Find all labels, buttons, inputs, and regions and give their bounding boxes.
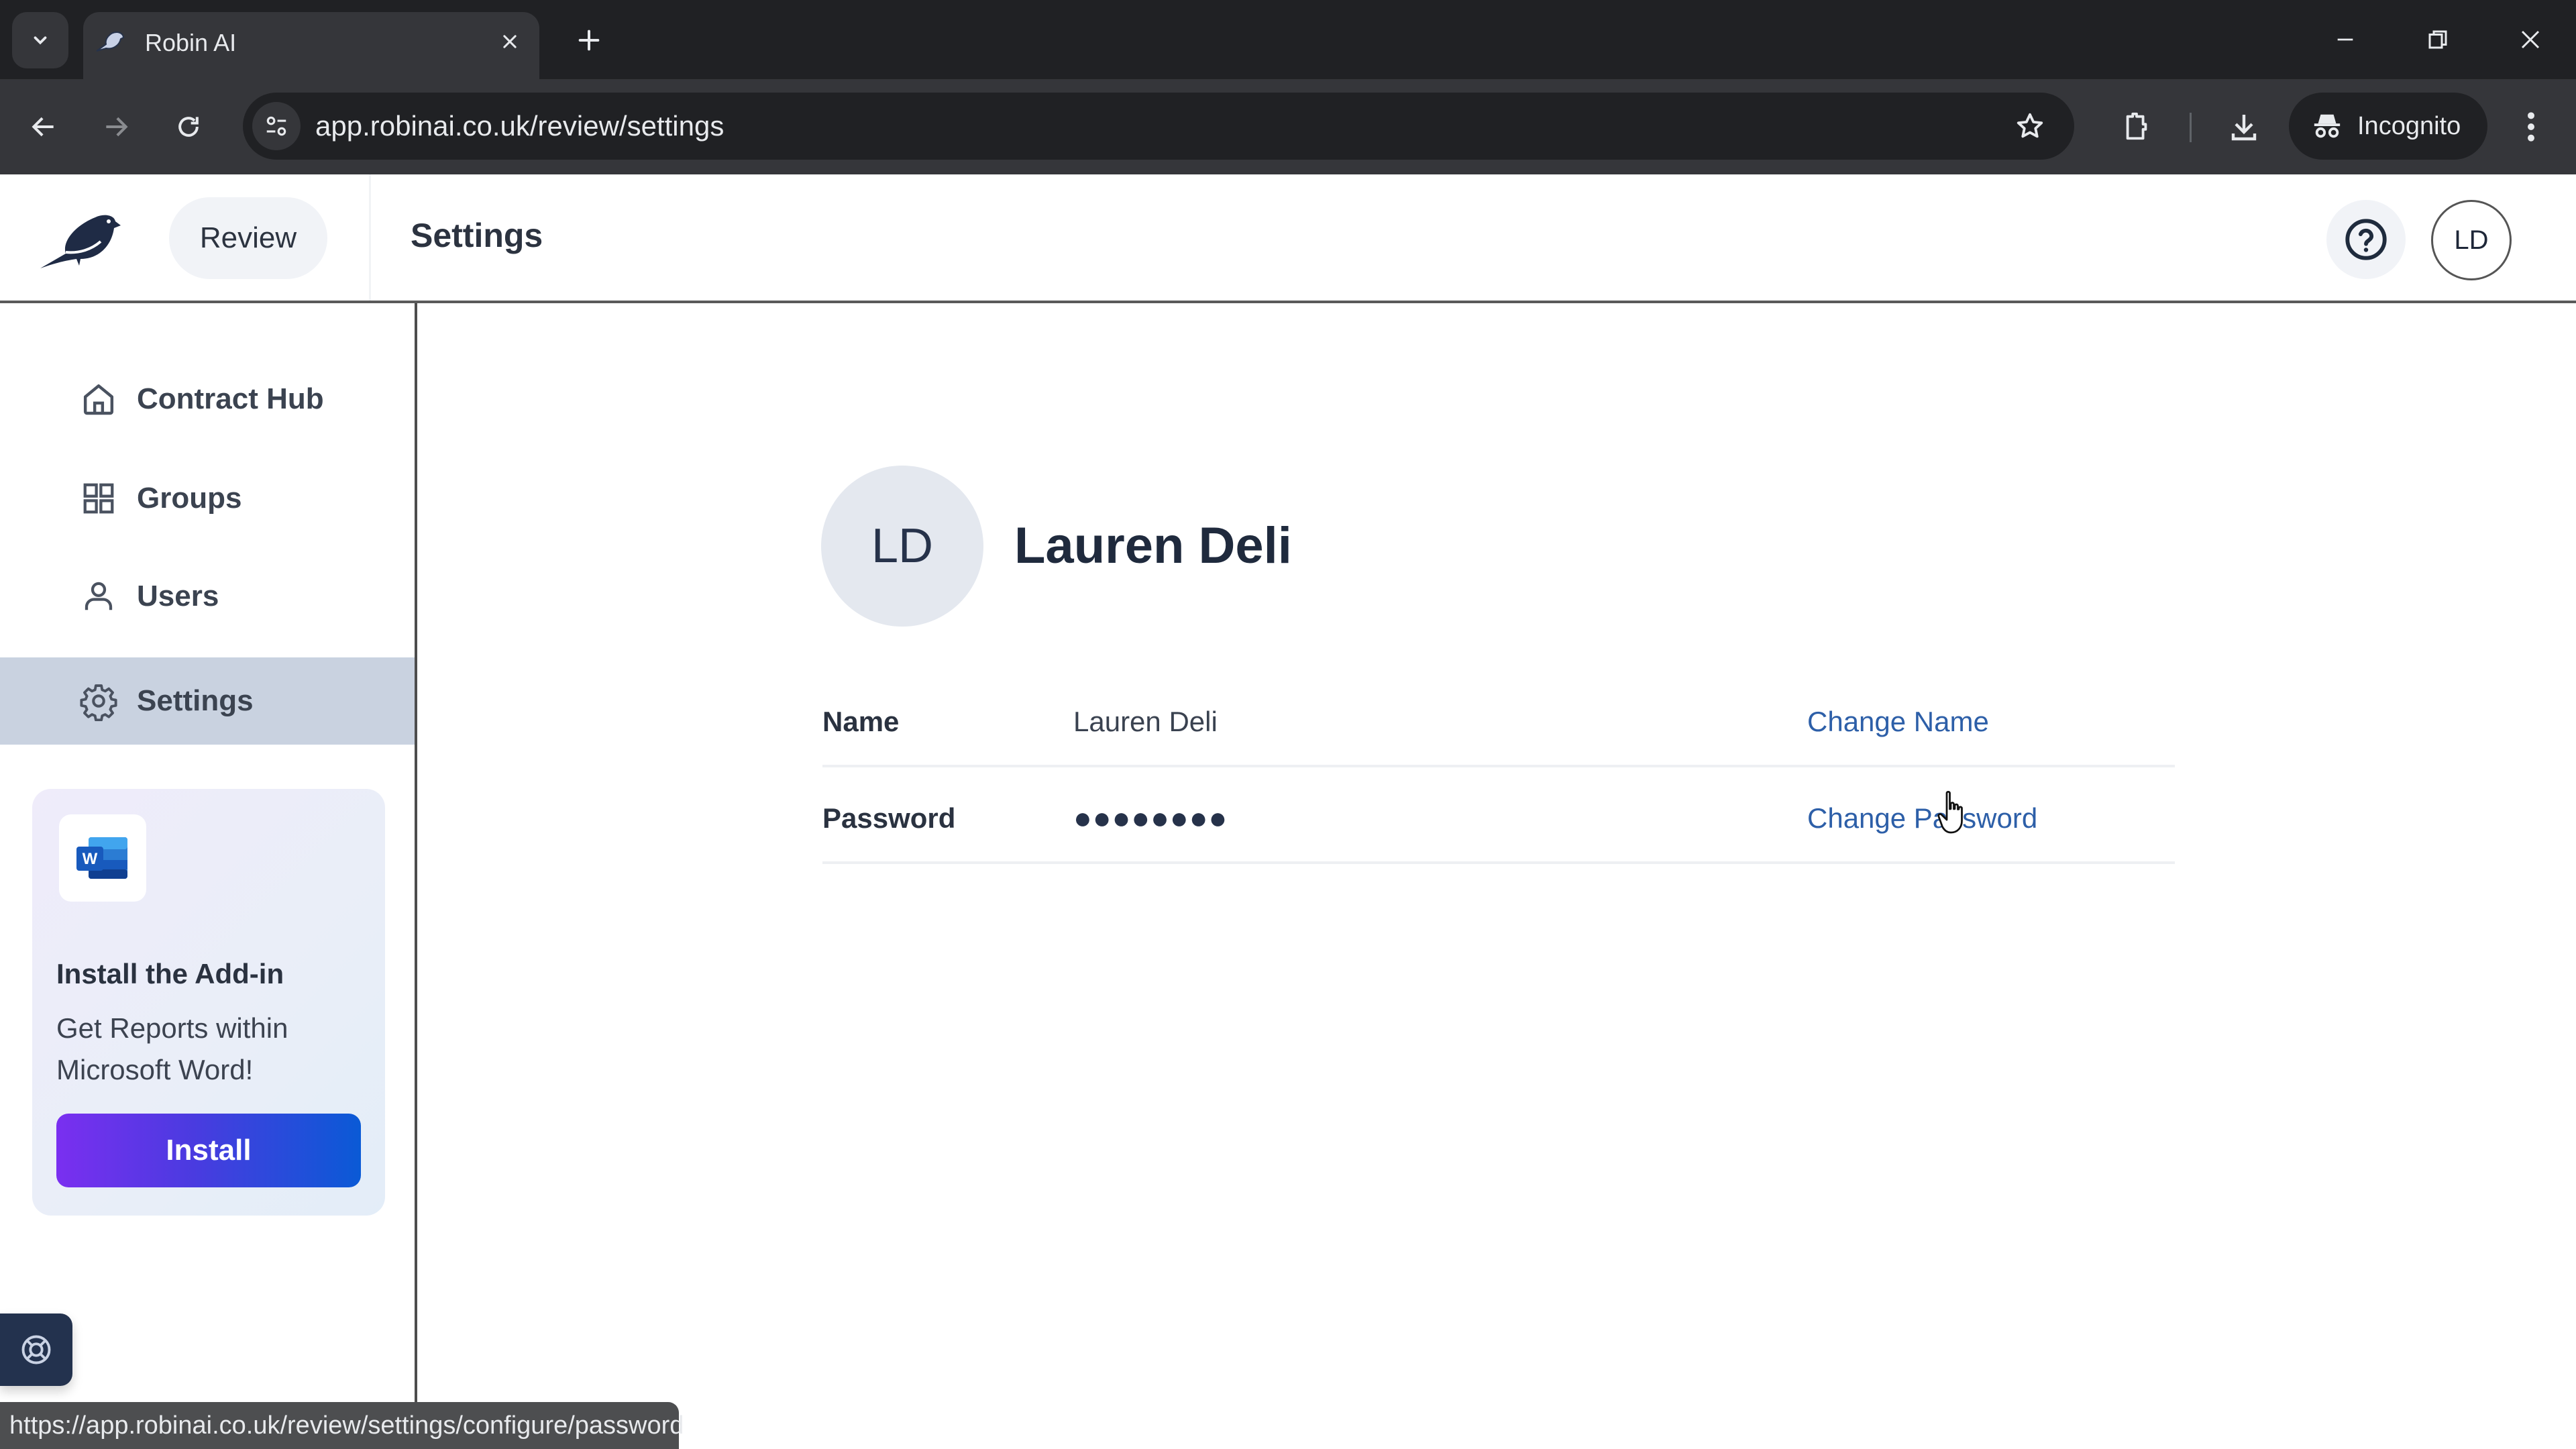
minimize-button[interactable] (2318, 16, 2372, 63)
extensions-button[interactable] (2113, 103, 2160, 150)
bookmark-button[interactable] (2012, 109, 2047, 144)
tune-icon (266, 116, 286, 136)
word-letter: W (83, 850, 98, 868)
header-divider (369, 174, 371, 301)
word-addin-card: W Install the Add-in Get Reports within … (32, 789, 385, 1216)
chevron-down-icon (34, 36, 47, 45)
sidebar-item-label: Users (137, 580, 219, 612)
sidebar-item-contract-hub[interactable]: Contract Hub (0, 356, 415, 443)
home-icon (79, 380, 118, 419)
user-icon (79, 577, 118, 616)
plus-icon (578, 30, 600, 51)
support-button[interactable] (0, 1313, 72, 1386)
tab-title: Robin AI (145, 29, 237, 56)
help-button[interactable] (2326, 200, 2406, 279)
account-settings-table: Name Lauren Deli Change Name Password ●●… (822, 671, 2175, 864)
settings-row-password: Password ●●●●●●●● Change Password (822, 767, 2175, 864)
tab-search-button[interactable] (12, 12, 68, 68)
review-nav-button[interactable]: Review (169, 197, 327, 279)
user-avatar-button[interactable]: LD (2431, 200, 2512, 280)
incognito-icon (2314, 114, 2341, 138)
sidebar-item-label: Settings (137, 684, 254, 717)
back-button[interactable] (20, 103, 67, 150)
sidebar-item-groups[interactable]: Groups (0, 455, 415, 542)
microsoft-word-icon: W (76, 837, 127, 879)
hand-pointer-cursor-icon (1937, 791, 1963, 834)
site-info-button[interactable] (252, 102, 301, 150)
browser-tab-active[interactable]: Robin AI (83, 12, 539, 79)
sidebar: Contract Hub Groups Users Settings W Ins… (0, 303, 417, 1449)
star-icon (2017, 113, 2043, 138)
change-name-link[interactable]: Change Name (1807, 706, 1989, 738)
close-icon (2521, 30, 2540, 49)
downloads-button[interactable] (2220, 103, 2267, 150)
sidebar-item-label: Groups (137, 482, 242, 515)
password-masked-value: ●●●●●●●● (1073, 800, 1228, 835)
link-status-bubble: https://app.robinai.co.uk/review/setting… (0, 1402, 684, 1449)
app-header: Review Settings LD (0, 174, 2576, 303)
forward-button[interactable] (93, 103, 140, 150)
arrow-right-icon (106, 117, 128, 137)
word-logo-tile: W (59, 814, 146, 902)
settings-row-name: Name Lauren Deli Change Name (822, 671, 2175, 767)
robin-logo-icon[interactable] (39, 212, 138, 272)
new-tab-button[interactable] (568, 19, 610, 62)
reload-icon (178, 117, 199, 137)
lifebuoy-icon (21, 1335, 51, 1364)
tab-close-button[interactable] (495, 27, 525, 56)
restore-button[interactable] (2411, 16, 2465, 63)
change-password-link[interactable]: Change Password (1807, 802, 2037, 835)
addin-description: Get Reports within Microsoft Word! (56, 1012, 288, 1085)
minimize-icon (2337, 38, 2353, 41)
addin-title: Install the Add-in (56, 958, 284, 989)
profile-name: Lauren Deli (1014, 517, 1292, 574)
address-bar[interactable]: app.robinai.co.uk/review/settings (243, 93, 2074, 160)
sidebar-item-settings[interactable]: Settings (0, 657, 415, 745)
download-icon (2231, 115, 2257, 141)
grid-icon (79, 479, 118, 518)
url-text[interactable]: app.robinai.co.uk/review/settings (315, 109, 724, 144)
sidebar-item-label: Contract Hub (137, 382, 324, 415)
close-window-button[interactable] (2504, 16, 2557, 63)
help-icon (2345, 219, 2387, 260)
browser-toolbar: app.robinai.co.uk/review/settings Incogn… (0, 79, 2576, 174)
close-icon (503, 35, 517, 48)
sidebar-item-users[interactable]: Users (0, 553, 415, 640)
row-label: Name (822, 706, 900, 737)
row-label: Password (822, 802, 956, 834)
puzzle-icon (2126, 112, 2147, 140)
toolbar-separator (2190, 113, 2192, 142)
row-value: Lauren Deli (1073, 706, 1218, 737)
page-title: Settings (411, 217, 543, 254)
profile-avatar: LD (821, 466, 983, 627)
kebab-menu-icon (2528, 112, 2534, 142)
browser-tab-strip: Robin AI (0, 0, 2576, 79)
browser-menu-button[interactable] (2508, 103, 2555, 150)
install-button[interactable]: Install (56, 1114, 361, 1187)
arrow-left-icon (32, 117, 54, 137)
gear-icon (79, 682, 118, 721)
incognito-indicator[interactable]: Incognito (2289, 93, 2487, 160)
robin-bird-favicon-icon (96, 31, 125, 52)
incognito-label: Incognito (2357, 111, 2461, 140)
reload-button[interactable] (165, 103, 212, 150)
restore-icon (2428, 30, 2447, 49)
